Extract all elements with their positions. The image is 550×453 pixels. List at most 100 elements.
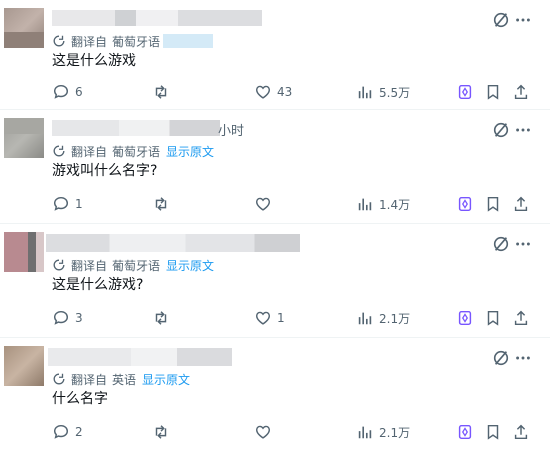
avatar[interactable] [4, 118, 44, 158]
grok-icon [458, 196, 472, 212]
avatar[interactable] [4, 346, 44, 386]
show-original-link[interactable]: 显示原文 [166, 143, 214, 160]
repost-button[interactable] [152, 82, 170, 102]
views-icon [358, 198, 372, 211]
bookmark-icon [487, 84, 499, 100]
like-button[interactable]: 1 [254, 308, 285, 328]
show-original-link-blurred[interactable] [163, 34, 214, 48]
reply-text: 游戏叫什么名字? [52, 163, 158, 179]
repost-icon [155, 85, 167, 99]
heart-icon [255, 197, 271, 211]
reply-item[interactable]: 翻译自 葡萄牙语 这是什么游戏 6 43 5.5万 [0, 0, 550, 110]
repost-button[interactable] [152, 422, 170, 442]
views-icon [358, 86, 372, 99]
share-button[interactable] [512, 194, 530, 214]
translate-icon [53, 35, 65, 47]
reply-count: 2 [75, 425, 83, 439]
like-button[interactable]: 43 [254, 82, 292, 102]
bookmark-button[interactable] [484, 82, 502, 102]
comment-icon [53, 196, 69, 211]
like-button[interactable] [254, 194, 272, 214]
repost-icon [155, 425, 167, 439]
more-icon[interactable] [514, 235, 532, 253]
like-count: 43 [277, 85, 293, 99]
like-count: 1 [277, 311, 285, 325]
share-icon [514, 310, 528, 326]
more-icon[interactable] [514, 11, 532, 29]
share-icon [514, 84, 528, 100]
translate-icon [53, 259, 65, 271]
grok-icon [458, 84, 472, 100]
translation-info: 翻译自 葡萄牙语 显示原文 [52, 142, 214, 160]
comment-icon [53, 84, 69, 99]
more-icon[interactable] [514, 121, 532, 139]
repost-button[interactable] [152, 308, 170, 328]
author-name-blurred [52, 120, 220, 136]
views-button[interactable]: 2.1万 [356, 422, 410, 442]
bookmark-icon [487, 310, 499, 326]
source-language: 葡萄牙语 [112, 34, 161, 49]
reply-count: 1 [75, 197, 83, 211]
share-icon [514, 424, 528, 440]
views-button[interactable]: 5.5万 [356, 82, 410, 102]
repost-icon [155, 197, 167, 211]
source-language: 葡萄牙语 [112, 144, 161, 159]
reply-text: 这是什么游戏? [52, 277, 144, 293]
hide-icon[interactable] [492, 121, 510, 139]
translation-label: 翻译自 [71, 258, 108, 273]
grok-button[interactable] [456, 308, 474, 328]
reply-text: 这是什么游戏 [52, 53, 136, 69]
bookmark-icon [487, 196, 499, 212]
repost-button[interactable] [152, 194, 170, 214]
show-original-link[interactable]: 显示原文 [142, 371, 190, 388]
avatar[interactable] [4, 232, 44, 272]
reply-button[interactable]: 6 [52, 82, 83, 102]
source-language: 葡萄牙语 [112, 258, 161, 273]
hide-icon[interactable] [492, 235, 510, 253]
source-language: 英语 [112, 372, 137, 387]
share-button[interactable] [512, 82, 530, 102]
grok-icon [458, 424, 472, 440]
views-button[interactable]: 2.1万 [356, 308, 410, 328]
translation-info: 翻译自 英语 显示原文 [52, 370, 190, 388]
share-button[interactable] [512, 422, 530, 442]
bookmark-button[interactable] [484, 308, 502, 328]
views-count: 2.1万 [379, 425, 411, 440]
like-button[interactable] [254, 422, 272, 442]
grok-button[interactable] [456, 82, 474, 102]
reply-item[interactable]: 小时 翻译自 葡萄牙语 显示原文 游戏叫什么名字? 1 1.4万 [0, 110, 550, 224]
avatar[interactable] [4, 8, 44, 48]
reply-item[interactable]: 翻译自 英语 显示原文 什么名字 2 2.1万 [0, 338, 550, 453]
grok-button[interactable] [456, 194, 474, 214]
translation-info: 翻译自 葡萄牙语 显示原文 [52, 256, 214, 274]
show-original-link[interactable]: 显示原文 [166, 257, 214, 274]
grok-button[interactable] [456, 422, 474, 442]
timestamp-suffix: 小时 [218, 124, 245, 139]
translation-label: 翻译自 [71, 144, 108, 159]
bookmark-button[interactable] [484, 422, 502, 442]
reply-button[interactable]: 2 [52, 422, 83, 442]
heart-icon [255, 425, 271, 439]
views-count: 2.1万 [379, 311, 411, 326]
bookmark-button[interactable] [484, 194, 502, 214]
hide-icon[interactable] [492, 349, 510, 367]
share-button[interactable] [512, 308, 530, 328]
reply-button[interactable]: 3 [52, 308, 83, 328]
repost-icon [155, 311, 167, 325]
translation-label: 翻译自 [71, 372, 108, 387]
comment-icon [53, 424, 69, 439]
grok-icon [458, 310, 472, 326]
views-count: 5.5万 [379, 85, 411, 100]
hide-icon[interactable] [492, 11, 510, 29]
translate-icon [53, 145, 65, 157]
author-name-blurred [52, 10, 262, 26]
reply-count: 3 [75, 311, 83, 325]
more-icon[interactable] [514, 349, 532, 367]
views-icon [358, 426, 372, 439]
translation-label: 翻译自 [71, 34, 108, 49]
reply-button[interactable]: 1 [52, 194, 83, 214]
views-button[interactable]: 1.4万 [356, 194, 410, 214]
share-icon [514, 196, 528, 212]
comment-icon [53, 310, 69, 325]
reply-item[interactable]: 翻译自 葡萄牙语 显示原文 这是什么游戏? 3 1 2.1万 [0, 224, 550, 338]
